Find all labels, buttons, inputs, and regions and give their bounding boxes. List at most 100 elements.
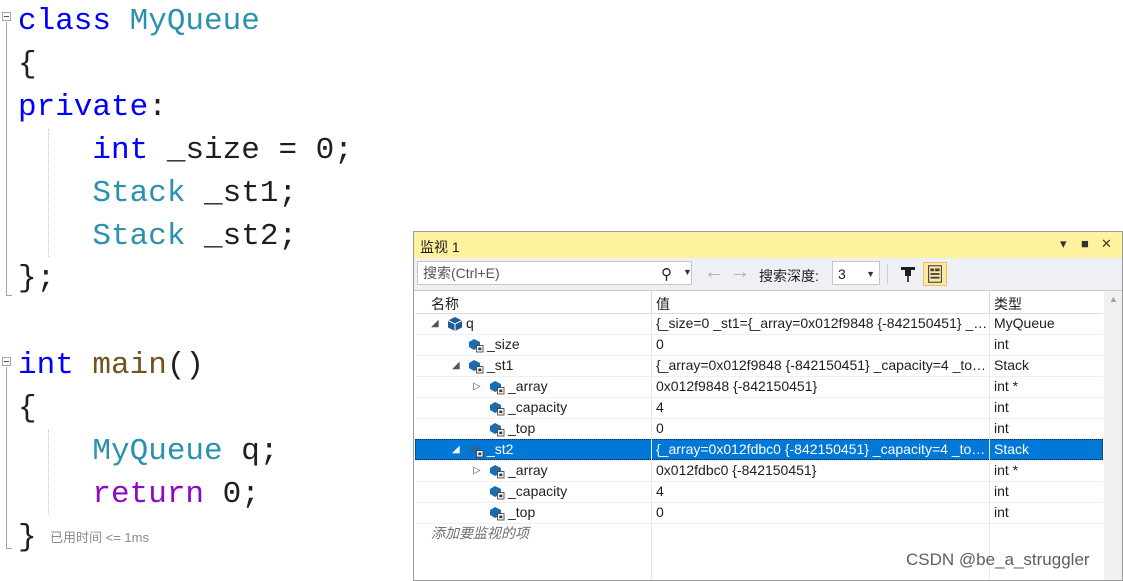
table-row[interactable]: ▷ _array 0x012fdbc0 {-842150451} int * bbox=[415, 460, 1103, 481]
pin-icon[interactable] bbox=[897, 263, 919, 285]
table-row[interactable]: ◢ q {_size=0 _st1={_array=0x012f9848 {-842… bbox=[415, 313, 1103, 334]
perf-tip: 已用时间 <= 1ms bbox=[50, 530, 149, 545]
code-token: Stack bbox=[92, 176, 186, 211]
vertical-scrollbar[interactable]: ▲ bbox=[1104, 291, 1122, 580]
code-line: MyQueue q; bbox=[18, 430, 278, 473]
table-row[interactable]: ◢ _st1 {_array=0x012f9848 {-842150451} _ca… bbox=[415, 355, 1103, 376]
expand-arrow-icon[interactable]: ▷ bbox=[473, 376, 481, 397]
watch-window: 监视 1 ▾ ■ ✕ ⚲ ▼ ← → 搜索深度: 3 ▼ bbox=[413, 231, 1123, 581]
table-row[interactable]: _capacity 4 int bbox=[415, 481, 1103, 502]
object-icon bbox=[447, 317, 463, 331]
table-row[interactable]: ▷ _array 0x012f9848 {-842150451} int * bbox=[415, 376, 1103, 397]
code-token: 0; bbox=[204, 477, 260, 512]
scroll-up-icon[interactable]: ▲ bbox=[1109, 294, 1118, 304]
code-line: } bbox=[18, 516, 37, 559]
collapse-arrow-icon[interactable]: ◢ bbox=[452, 439, 460, 460]
maximize-icon[interactable]: ■ bbox=[1081, 236, 1089, 251]
code-token: () bbox=[166, 348, 205, 383]
cell-name: _capacity bbox=[508, 399, 568, 415]
close-icon[interactable]: ✕ bbox=[1101, 236, 1112, 252]
fold-line bbox=[6, 367, 7, 549]
code-token: _st2; bbox=[185, 219, 298, 254]
watch-title-bar[interactable]: 监视 1 ▾ ■ ✕ bbox=[414, 232, 1122, 258]
chevron-down-icon: ▼ bbox=[866, 269, 875, 279]
cell-type: int * bbox=[994, 378, 1019, 394]
search-dropdown-icon[interactable]: ▼ bbox=[683, 267, 692, 277]
code-token: class bbox=[18, 4, 112, 39]
column-resize-handle[interactable] bbox=[989, 291, 990, 313]
cell-value: 0 bbox=[656, 336, 664, 352]
code-token: MyQueue bbox=[92, 434, 223, 469]
expand-arrow-icon[interactable]: ▷ bbox=[473, 460, 481, 481]
private-field-icon bbox=[490, 381, 505, 395]
column-name-header[interactable]: 名称 bbox=[431, 294, 459, 314]
column-type-header[interactable]: 类型 bbox=[994, 294, 1022, 314]
cell-name: _st1 bbox=[487, 357, 514, 373]
cell-value: 4 bbox=[656, 399, 664, 415]
code-line: private: bbox=[18, 86, 167, 129]
cell-value: 0 bbox=[656, 504, 664, 520]
collapse-class-icon[interactable] bbox=[2, 12, 11, 21]
cell-type: MyQueue bbox=[994, 315, 1055, 331]
table-row[interactable]: _size 0 int bbox=[415, 334, 1103, 355]
cell-type: int bbox=[994, 420, 1009, 436]
search-icon[interactable]: ⚲ bbox=[661, 265, 672, 283]
table-row[interactable]: _capacity 4 int bbox=[415, 397, 1103, 418]
collapse-arrow-icon[interactable]: ◢ bbox=[452, 355, 460, 376]
search-input[interactable] bbox=[420, 263, 661, 283]
cell-type: int * bbox=[994, 462, 1019, 478]
code-line: Stack _st1; bbox=[18, 172, 297, 215]
table-row[interactable]: _top 0 int bbox=[415, 502, 1103, 523]
column-value-header[interactable]: 值 bbox=[656, 294, 670, 314]
table-row[interactable]: ◢ _st2 {_array=0x012fdbc0 {-842150451} _ca… bbox=[415, 439, 1103, 460]
cell-value: {_size=0 _st1={_array=0x012f9848 {-84215… bbox=[656, 315, 989, 331]
forward-arrow-icon[interactable]: → bbox=[730, 261, 750, 283]
cell-type: Stack bbox=[994, 357, 1030, 373]
code-token: } bbox=[18, 520, 37, 555]
collapse-main-icon[interactable] bbox=[2, 357, 11, 366]
code-line: { bbox=[18, 387, 37, 430]
watermark: CSDN @be_a_struggler bbox=[906, 550, 1090, 569]
private-field-icon bbox=[490, 465, 505, 479]
code-line: { bbox=[18, 43, 37, 86]
column-resize-handle[interactable] bbox=[651, 291, 652, 313]
collapse-arrow-icon[interactable]: ◢ bbox=[431, 313, 439, 334]
private-field-icon bbox=[490, 423, 505, 437]
cell-type: int bbox=[994, 336, 1009, 352]
private-field-icon bbox=[490, 486, 505, 500]
cell-type: int bbox=[994, 399, 1009, 415]
table-row[interactable]: _top 0 int bbox=[415, 418, 1103, 439]
private-field-icon bbox=[469, 360, 484, 374]
code-token: MyQueue bbox=[129, 4, 260, 39]
code-line: Stack _st2; bbox=[18, 215, 297, 258]
cell-name: _array bbox=[508, 378, 548, 394]
add-watch-row[interactable]: 添加要监视的项 bbox=[415, 523, 1103, 544]
code-line: int main() bbox=[18, 344, 204, 387]
back-arrow-icon[interactable]: ← bbox=[704, 261, 724, 283]
cell-name: q bbox=[466, 315, 474, 331]
fold-line bbox=[6, 22, 7, 296]
cell-name: _capacity bbox=[508, 483, 568, 499]
add-watch-text: 添加要监视的项 bbox=[431, 525, 529, 541]
code-token: }; bbox=[18, 261, 56, 296]
grid-header: 名称 值 类型 bbox=[415, 291, 1103, 314]
code-token: _st1; bbox=[185, 176, 298, 211]
cell-value: {_array=0x012f9848 {-842150451} _capacit… bbox=[656, 357, 989, 373]
cell-value: {_array=0x012fdbc0 {-842150451} _capacit… bbox=[656, 441, 989, 457]
window-menu-icon[interactable]: ▾ bbox=[1060, 236, 1067, 252]
search-depth-select[interactable]: 3 ▼ bbox=[832, 261, 880, 285]
search-depth-label: 搜索深度: bbox=[759, 268, 819, 284]
cell-name: _st2 bbox=[487, 441, 514, 457]
code-token: Stack bbox=[92, 219, 186, 254]
code-token: main bbox=[92, 348, 167, 383]
hex-display-icon[interactable] bbox=[923, 262, 947, 286]
code-token: int bbox=[18, 348, 74, 383]
toolbar-separator bbox=[887, 264, 888, 284]
code-token: return bbox=[92, 477, 205, 512]
code-token: : bbox=[148, 90, 167, 125]
cell-name: _top bbox=[508, 504, 536, 520]
